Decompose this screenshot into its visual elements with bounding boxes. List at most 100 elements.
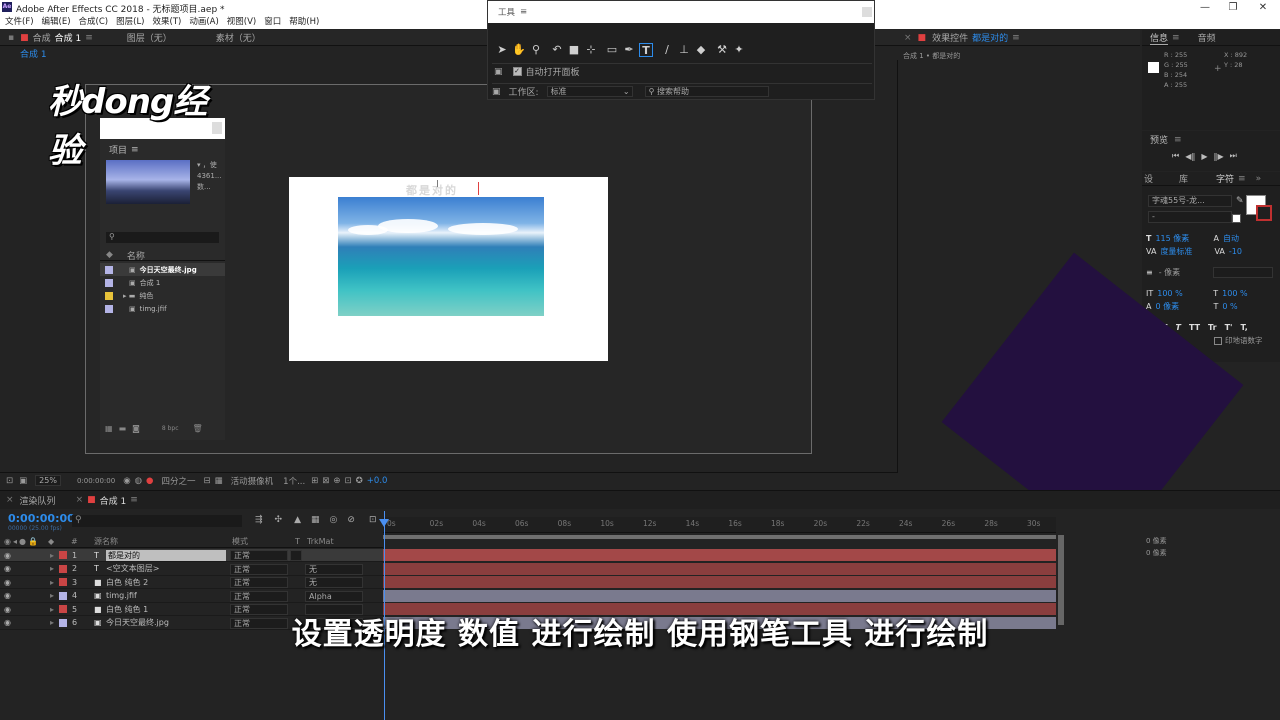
rectangle-tool-icon[interactable]: ▭ xyxy=(605,43,619,57)
expand-arrow-icon[interactable]: ▸ xyxy=(50,578,54,587)
layer-duration-bar[interactable] xyxy=(383,562,1056,575)
trash-icon[interactable]: 🗑 xyxy=(193,424,203,433)
menu-icon[interactable]: ≡ xyxy=(1174,135,1182,145)
layer-row[interactable]: ◉ ▸ 4 ▣ timg.jfif 正常 Alpha xyxy=(0,590,383,603)
project-item[interactable]: ▣ 合成 1 xyxy=(100,276,225,289)
grid-icon[interactable]: ⊞ xyxy=(311,476,318,486)
graph-icon[interactable]: ⊡ xyxy=(369,515,377,525)
layer-duration-bar[interactable] xyxy=(383,549,1056,561)
menu-icon[interactable]: ≡ xyxy=(131,145,139,155)
close-icon[interactable] xyxy=(862,7,872,17)
rotation-tool-icon[interactable]: ↶ xyxy=(550,43,564,57)
tab-composition[interactable]: 合成 xyxy=(33,31,51,44)
label-color-icon[interactable] xyxy=(59,578,67,586)
close-button[interactable]: ✕ xyxy=(1248,0,1278,15)
close-icon[interactable] xyxy=(212,122,222,134)
auto-open-checkbox[interactable]: ✓ xyxy=(512,67,522,76)
zoom-dropdown[interactable]: 25% xyxy=(35,475,61,486)
layer-duration-bar[interactable] xyxy=(383,589,1056,602)
baseline-value[interactable]: 0 像素 xyxy=(1155,300,1213,313)
bpc-label[interactable]: 8 bpc xyxy=(162,425,179,432)
preview-title[interactable]: 预览 xyxy=(1150,133,1168,146)
label-col-icon[interactable]: ◆ xyxy=(106,250,113,260)
col-t[interactable]: T xyxy=(295,537,300,546)
expand-icon[interactable]: » xyxy=(1256,174,1262,184)
project-item[interactable]: ▣ timg.jfif xyxy=(100,302,225,315)
label-color-icon[interactable] xyxy=(59,551,67,559)
white-swatch[interactable] xyxy=(1232,214,1241,223)
layer-row[interactable]: ◉ ▸ 3 ■ 白色 纯色 2 正常 无 xyxy=(0,576,383,589)
maximize-button[interactable]: ❐ xyxy=(1218,0,1248,15)
frame-blend-icon[interactable]: ▦ xyxy=(311,515,320,525)
effects-title[interactable]: 效果控件 xyxy=(932,31,968,44)
menu-composition[interactable]: 合成(C) xyxy=(79,15,109,29)
transparency-grid-icon[interactable]: ▦ xyxy=(215,476,223,486)
subscript-icon[interactable]: T, xyxy=(1240,321,1247,334)
menu-file[interactable]: 文件(F) xyxy=(5,15,34,29)
visibility-icon[interactable]: ◉ xyxy=(4,537,11,546)
camera-tool-icon[interactable]: ■ xyxy=(567,43,581,57)
puppet-tool-icon[interactable]: ✦ xyxy=(732,43,746,57)
menu-window[interactable]: 窗口 xyxy=(264,15,281,29)
always-preview-icon[interactable]: ⊡ xyxy=(6,476,13,486)
tab-layer[interactable]: 图层（无） xyxy=(127,31,172,44)
playhead-handle[interactable] xyxy=(379,519,389,527)
show-snapshot-icon[interactable]: ◍ xyxy=(135,476,142,486)
layer-row[interactable]: ◉ ▸ 2 T <空文本图层> 正常 无 xyxy=(0,563,383,576)
snapshot-icon[interactable]: ◉ xyxy=(123,476,130,486)
selection-tool-icon[interactable]: ➤ xyxy=(495,43,509,57)
region-icon[interactable]: ⊟ xyxy=(203,476,210,486)
camera-dropdown[interactable]: 活动摄像机 xyxy=(231,475,274,487)
visibility-icon[interactable]: ◉ xyxy=(4,591,11,600)
comp-flowchart-icon[interactable]: ⇶ xyxy=(255,515,263,525)
layer-name[interactable]: 白色 纯色 2 xyxy=(106,577,148,588)
col-trkmat[interactable]: TrkMat xyxy=(307,537,334,546)
time-ruler[interactable]: 0s 02s 04s 06s 08s 10s 12s 14s 16s 18s 20s 22s 24s 26… xyxy=(383,517,1056,533)
resolution-dropdown[interactable]: 四分之一 xyxy=(161,475,195,487)
menu-edit[interactable]: 编辑(E) xyxy=(42,15,71,29)
label-color-icon[interactable] xyxy=(105,291,113,300)
expand-arrow-icon[interactable]: ▸ xyxy=(50,551,54,560)
tab-paragraph[interactable]: 设 xyxy=(1144,172,1153,185)
menu-animation[interactable]: 动画(A) xyxy=(189,15,218,29)
label-color-icon[interactable] xyxy=(105,304,113,313)
font-size-value[interactable]: 115 像素 xyxy=(1155,232,1213,245)
tracking-value[interactable]: -10 xyxy=(1229,245,1242,258)
close-icon[interactable]: × xyxy=(904,33,912,43)
shy-icon[interactable]: ▲ xyxy=(294,515,301,525)
expand-arrow-icon[interactable]: ▸ xyxy=(50,564,54,573)
all-caps-icon[interactable]: TT xyxy=(1189,321,1200,334)
work-area-bar[interactable] xyxy=(383,535,1056,539)
search-help-input[interactable]: ⚲ 搜索帮助 xyxy=(644,86,769,97)
solo-icon[interactable]: ● xyxy=(19,537,26,546)
menu-icon[interactable]: ≡ xyxy=(130,495,138,505)
label-color-icon[interactable] xyxy=(59,564,67,573)
tab-render-queue[interactable]: 渲染队列 xyxy=(20,494,56,507)
expand-arrow-icon[interactable]: ▸ xyxy=(50,591,54,600)
visibility-icon[interactable]: ◉ xyxy=(4,564,11,573)
layer-row[interactable]: ◉ ▸ 1 T 都是对的 正常 xyxy=(0,549,383,562)
menu-icon[interactable]: ≡ xyxy=(1172,33,1180,43)
stroke-width-value[interactable]: - 像素 xyxy=(1159,266,1213,279)
track-matte-dropdown[interactable]: 无 xyxy=(305,563,363,575)
exposure-icon[interactable]: ✪ xyxy=(356,476,363,486)
menu-icon[interactable]: ≡ xyxy=(85,33,93,43)
menu-icon[interactable]: ≡ xyxy=(1012,33,1020,43)
draft-3d-icon[interactable]: ✣ xyxy=(275,515,283,525)
graph-editor-icon[interactable]: ⊘ xyxy=(347,515,355,525)
label-icon[interactable]: ◆ xyxy=(48,537,54,546)
eraser-tool-icon[interactable]: ◆ xyxy=(694,43,708,57)
audio-icon[interactable]: ◂ xyxy=(13,537,17,546)
tab-audio[interactable]: 音频 xyxy=(1198,31,1216,44)
workspace-dropdown[interactable]: 标准 ⌄ xyxy=(546,86,633,97)
roto-brush-tool-icon[interactable]: ⚒ xyxy=(715,43,729,57)
breadcrumb-comp-1[interactable]: 合成 1 xyxy=(20,47,47,60)
superscript-icon[interactable]: T' xyxy=(1225,321,1233,334)
first-frame-icon[interactable]: ⏮ xyxy=(1172,151,1179,161)
flowchart-icon[interactable]: ⊡ xyxy=(345,476,352,486)
track-matte-toggle[interactable] xyxy=(290,550,302,561)
layer-name[interactable]: 都是对的 xyxy=(106,549,226,561)
layout-icon[interactable]: ⊠ xyxy=(322,476,329,486)
track-matte-dropdown[interactable]: 无 xyxy=(305,577,363,588)
blend-mode-dropdown[interactable]: 正常 xyxy=(230,590,288,602)
